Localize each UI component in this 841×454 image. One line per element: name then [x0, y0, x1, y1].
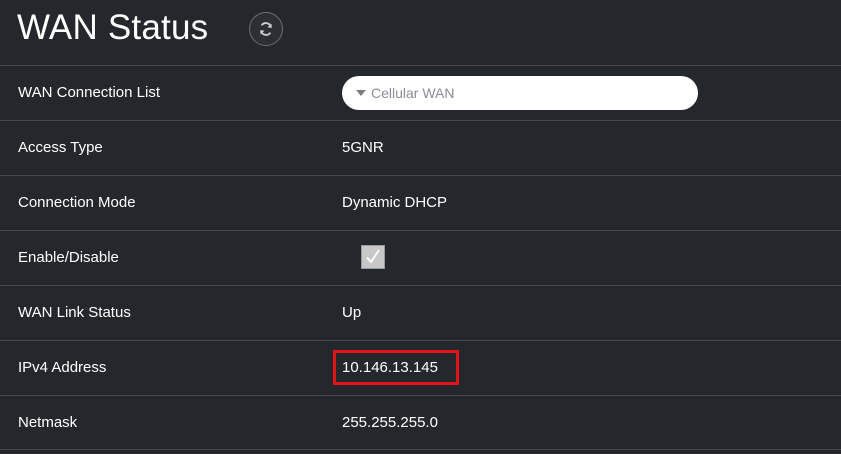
- refresh-icon: [260, 22, 272, 36]
- page-header: WAN Status: [0, 0, 841, 65]
- connection-mode-value: Dynamic DHCP: [342, 194, 448, 211]
- wan-status-page: WAN Status WAN Connection List Cellular …: [0, 0, 841, 454]
- wan-link-status-value: Up: [342, 304, 362, 321]
- row-enable-disable: Enable/Disable: [0, 230, 841, 285]
- refresh-button[interactable]: [249, 12, 283, 46]
- row-wan-link-status: WAN Link Status Up: [0, 285, 841, 340]
- wan-link-status-label: WAN Link Status: [18, 304, 131, 321]
- enable-checkbox[interactable]: [361, 245, 385, 269]
- row-wan-connection-list: WAN Connection List Cellular WAN: [0, 65, 841, 120]
- row-netmask: Netmask 255.255.255.0: [0, 395, 841, 450]
- row-access-type: Access Type 5GNR: [0, 120, 841, 175]
- wan-status-table: WAN Connection List Cellular WAN Access …: [0, 65, 841, 450]
- ipv4-highlight-box: 10.146.13.145: [333, 350, 459, 385]
- wan-connection-selected: Cellular WAN: [371, 85, 455, 101]
- ipv4-address-value: 10.146.13.145: [342, 359, 438, 376]
- caret-down-icon: [356, 90, 366, 96]
- ipv4-address-label: IPv4 Address: [18, 359, 107, 376]
- row-connection-mode: Connection Mode Dynamic DHCP: [0, 175, 841, 230]
- wan-connection-list-label: WAN Connection List: [18, 84, 161, 101]
- enable-disable-label: Enable/Disable: [18, 249, 119, 266]
- netmask-value: 255.255.255.0: [342, 414, 438, 431]
- wan-connection-select[interactable]: Cellular WAN: [342, 76, 698, 110]
- page-title: WAN Status: [17, 8, 209, 47]
- access-type-label: Access Type: [18, 139, 103, 156]
- connection-mode-label: Connection Mode: [18, 194, 136, 211]
- checkmark-icon: [366, 249, 380, 264]
- row-ipv4-address: IPv4 Address 10.146.13.145: [0, 340, 841, 395]
- netmask-label: Netmask: [18, 414, 78, 431]
- access-type-value: 5GNR: [342, 139, 384, 156]
